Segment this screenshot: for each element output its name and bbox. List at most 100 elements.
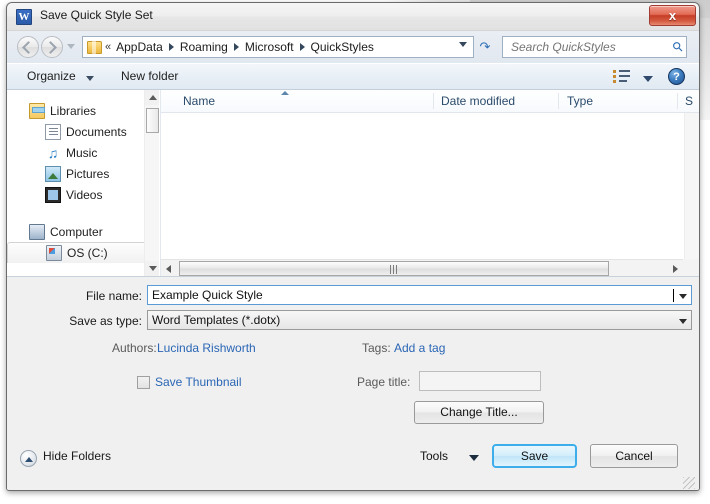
scrollbar-corner bbox=[683, 259, 699, 276]
save-as-type-dropdown-icon[interactable] bbox=[674, 311, 691, 329]
breadcrumb-segment-roaming[interactable]: Roaming bbox=[179, 40, 229, 54]
resize-grip[interactable] bbox=[683, 477, 695, 489]
file-list-column-headers: Name Date modified Type S bbox=[161, 90, 699, 113]
scroll-up-arrow-icon[interactable] bbox=[145, 90, 159, 105]
hide-folders-label[interactable]: Hide Folders bbox=[43, 449, 111, 463]
organize-button[interactable]: Organize bbox=[27, 69, 76, 83]
videos-icon bbox=[45, 186, 61, 203]
column-header-name[interactable]: Name bbox=[183, 94, 215, 108]
command-toolbar: Organize New folder ? bbox=[7, 63, 699, 90]
save-quick-style-set-dialog: W Save Quick Style Set x « AppData Roami… bbox=[6, 2, 700, 491]
view-dropdown-icon[interactable] bbox=[643, 76, 653, 82]
scrollbar-thumb[interactable] bbox=[146, 108, 159, 133]
authors-value[interactable]: Lucinda Rishworth bbox=[157, 341, 256, 355]
sidebar-item-music[interactable]: ♫ Music bbox=[7, 142, 159, 163]
chevron-down-icon[interactable] bbox=[86, 76, 94, 81]
back-button[interactable] bbox=[17, 36, 39, 58]
sidebar-item-label: Libraries bbox=[50, 103, 97, 118]
sidebar-item-label: Videos bbox=[66, 187, 103, 202]
chevron-up-circle-icon bbox=[25, 457, 33, 462]
hide-folders-toggle[interactable] bbox=[20, 450, 37, 467]
sidebar-item-label: Computer bbox=[50, 224, 103, 239]
address-dropdown-icon[interactable] bbox=[459, 42, 467, 47]
column-header-size[interactable]: S bbox=[685, 94, 693, 108]
sidebar-item-libraries[interactable]: Libraries bbox=[7, 100, 159, 121]
breadcrumb-separator-icon[interactable] bbox=[168, 43, 174, 51]
breadcrumb-segment-appdata[interactable]: AppData bbox=[115, 40, 164, 54]
sidebar-item-pictures[interactable]: Pictures bbox=[7, 163, 159, 184]
scroll-right-arrow-icon[interactable] bbox=[668, 261, 683, 276]
sidebar-item-documents[interactable]: Documents bbox=[7, 121, 159, 142]
window-title: Save Quick Style Set bbox=[40, 8, 153, 22]
view-list-icon[interactable] bbox=[613, 69, 631, 84]
title-bar: W Save Quick Style Set x bbox=[7, 3, 699, 31]
sidebar-item-label: Pictures bbox=[66, 166, 110, 181]
address-bar: « AppData Roaming Microsoft QuickStyles … bbox=[7, 31, 699, 63]
save-thumbnail-checkbox[interactable] bbox=[137, 376, 150, 389]
help-icon[interactable]: ? bbox=[668, 68, 685, 85]
close-button[interactable]: x bbox=[649, 5, 696, 26]
tools-dropdown-icon[interactable] bbox=[469, 455, 479, 461]
navigation-pane-scrollbar[interactable] bbox=[144, 90, 159, 276]
tools-button[interactable]: Tools bbox=[420, 449, 448, 463]
folder-icon bbox=[87, 40, 102, 54]
pictures-icon bbox=[45, 165, 61, 182]
breadcrumb: « AppData Roaming Microsoft QuickStyles bbox=[105, 40, 375, 54]
add-a-tag-link[interactable]: Add a tag bbox=[394, 341, 445, 355]
search-box[interactable]: ⚲ bbox=[502, 36, 687, 58]
sidebar-item-label: Music bbox=[66, 145, 98, 160]
sidebar-item-label: OS (C:) bbox=[67, 246, 108, 260]
change-title-button[interactable]: Change Title... bbox=[414, 401, 544, 424]
breadcrumb-separator-icon[interactable] bbox=[299, 43, 305, 51]
save-form: File name: Example Quick Style Save as t… bbox=[7, 276, 699, 490]
refresh-icon[interactable]: ↷ bbox=[475, 37, 495, 57]
sidebar-item-computer[interactable]: Computer bbox=[7, 221, 159, 242]
file-name-dropdown-icon[interactable] bbox=[674, 286, 691, 304]
drive-icon bbox=[46, 245, 62, 261]
forward-button[interactable] bbox=[41, 36, 63, 58]
breadcrumb-bar[interactable]: « AppData Roaming Microsoft QuickStyles bbox=[82, 36, 474, 58]
file-list-horizontal-scrollbar[interactable] bbox=[161, 259, 699, 276]
explorer-body: Libraries Documents ♫ Music Pictures Vid… bbox=[7, 90, 699, 276]
back-arrow-icon bbox=[22, 41, 35, 54]
search-input[interactable] bbox=[509, 39, 670, 55]
desktop-background: W Save Quick Style Set x « AppData Roami… bbox=[0, 0, 710, 504]
save-button[interactable]: Save bbox=[492, 444, 577, 468]
tags-label: Tags: bbox=[362, 341, 391, 355]
navigation-pane: Libraries Documents ♫ Music Pictures Vid… bbox=[7, 90, 159, 276]
scroll-left-arrow-icon[interactable] bbox=[162, 261, 177, 276]
sort-ascending-icon bbox=[281, 91, 289, 95]
sidebar-item-os-c[interactable]: OS (C:) bbox=[7, 242, 159, 263]
file-name-input[interactable]: Example Quick Style bbox=[147, 285, 692, 305]
breadcrumb-separator-icon[interactable] bbox=[233, 43, 239, 51]
file-list-vertical-scrollbar[interactable] bbox=[684, 113, 699, 259]
music-icon: ♫ bbox=[47, 144, 59, 161]
new-folder-button[interactable]: New folder bbox=[121, 69, 178, 83]
libraries-icon bbox=[29, 102, 45, 119]
sidebar-item-videos[interactable]: Videos bbox=[7, 184, 159, 205]
breadcrumb-segment-quickstyles[interactable]: QuickStyles bbox=[310, 40, 375, 54]
forward-arrow-icon bbox=[44, 41, 57, 54]
save-as-type-select[interactable]: Word Templates (*.dotx) bbox=[147, 310, 692, 330]
file-list-pane: Name Date modified Type S bbox=[160, 90, 699, 276]
file-name-label: File name: bbox=[85, 289, 142, 303]
scroll-down-arrow-icon[interactable] bbox=[145, 261, 159, 276]
save-as-type-value: Word Templates (*.dotx) bbox=[152, 313, 281, 327]
save-as-type-label: Save as type: bbox=[69, 314, 142, 328]
documents-icon bbox=[45, 123, 61, 140]
recent-locations-icon[interactable] bbox=[67, 44, 75, 49]
computer-icon bbox=[29, 223, 45, 240]
breadcrumb-segment-microsoft[interactable]: Microsoft bbox=[244, 40, 295, 54]
scrollbar-thumb[interactable] bbox=[179, 261, 609, 276]
column-header-type[interactable]: Type bbox=[567, 94, 593, 108]
authors-label: Authors: bbox=[112, 341, 157, 355]
save-thumbnail-label[interactable]: Save Thumbnail bbox=[155, 375, 242, 389]
sidebar-item-label: Documents bbox=[66, 124, 127, 139]
page-title-label: Page title: bbox=[357, 375, 411, 389]
close-icon: x bbox=[668, 8, 677, 23]
cancel-button[interactable]: Cancel bbox=[590, 444, 678, 468]
breadcrumb-overflow-icon[interactable]: « bbox=[105, 41, 111, 53]
search-icon: ⚲ bbox=[668, 37, 687, 56]
column-header-date-modified[interactable]: Date modified bbox=[441, 94, 515, 108]
page-title-input[interactable] bbox=[419, 371, 541, 391]
